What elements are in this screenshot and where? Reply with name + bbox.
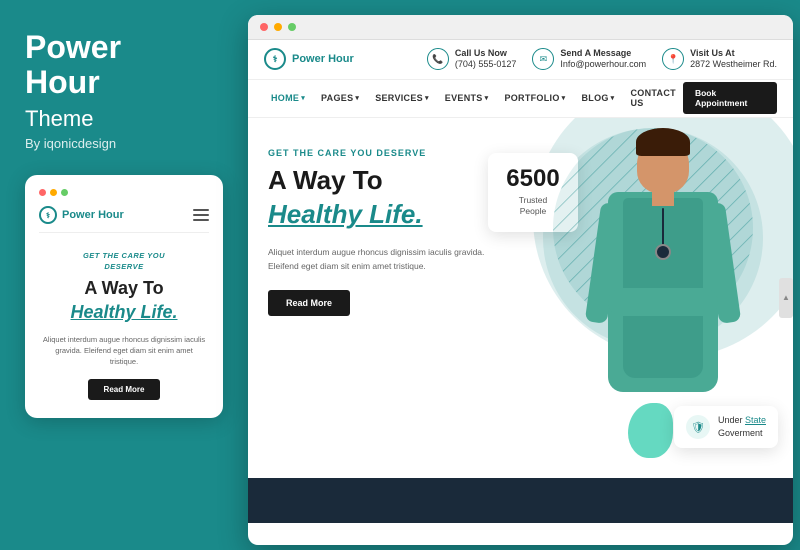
mockup-hamburger-icon[interactable] [193,209,209,221]
gov-shield-icon: 🛡 [686,415,710,439]
nav-item-pages[interactable]: PAGES ▾ [314,89,366,107]
hero-section: GET THE CARE YOU DESERVE A Way To Health… [248,118,793,478]
brand-name: Power Hour Theme By iqonicdesign [25,30,220,151]
hero-tagline: GET THE CARE YOU DESERVE [268,148,508,158]
chevron-down-icon: ▾ [611,94,615,102]
contact-phone: 📞 Call Us Now (704) 555-0127 [427,48,517,71]
navigation-bar: HOME ▾ PAGES ▾ SERVICES ▾ EVENTS ▾ PORTF… [248,80,793,118]
doctor-neck [652,188,674,206]
left-panel: Power Hour Theme By iqonicdesign ⚕ Power… [0,0,245,550]
mockup-logo: ⚕ Power Hour [39,206,124,224]
mockup-read-more-button[interactable]: Read More [88,379,161,400]
nav-item-services[interactable]: SERVICES ▾ [368,89,436,107]
nav-item-contact[interactable]: CONTACT US [624,84,683,112]
contact-address: 📍 Visit Us At 2872 Westheimer Rd. [662,48,777,71]
hero-heading: A Way To [268,166,508,196]
mockup-body-text: Aliquet interdum augue rhoncus dignissim… [41,334,207,368]
nav-links: HOME ▾ PAGES ▾ SERVICES ▾ EVENTS ▾ PORTF… [264,84,683,112]
book-appointment-button[interactable]: Book Appointment [683,82,777,114]
hero-content: GET THE CARE YOU DESERVE A Way To Health… [268,148,508,316]
nav-item-home[interactable]: HOME ▾ [264,89,312,107]
mockup-header: ⚕ Power Hour [39,206,209,233]
mockup-dot-red [39,189,46,196]
nav-item-portfolio[interactable]: PORTFOLIO ▾ [497,89,572,107]
email-icon: ✉ [532,48,554,70]
mobile-mockup: ⚕ Power Hour GET THE CARE YOU DESERVE A … [25,175,223,418]
hero-heading-italic: Healthy Life. [268,199,508,230]
gov-state-link[interactable]: State [745,415,766,425]
location-icon: 📍 [662,48,684,70]
mockup-heading-italic: Healthy Life. [41,302,207,324]
contact-email: ✉ Send A Message Info@powerhour.com [532,48,646,71]
teal-blob-decoration [628,403,673,458]
mockup-logo-icon: ⚕ [39,206,57,224]
site-footer [248,478,793,523]
stethoscope-chest-piece [655,244,671,260]
browser-chrome [248,15,793,40]
browser-close-dot[interactable] [260,23,268,31]
scroll-indicator[interactable]: ▲ [779,278,793,318]
top-contact-bar: ⚕ Power Hour 📞 Call Us Now (704) 555-012… [248,40,793,80]
chevron-down-icon: ▾ [562,94,566,102]
browser-minimize-dot[interactable] [274,23,282,31]
chevron-down-icon: ▾ [485,94,489,102]
hero-read-more-button[interactable]: Read More [268,290,350,316]
nav-item-blog[interactable]: BLOG ▾ [574,89,621,107]
mockup-tagline: GET THE CARE YOU DESERVE [41,251,207,272]
mockup-dot-green [61,189,68,196]
logo-icon: ⚕ [264,48,286,70]
stethoscope-tube [662,208,664,248]
doctor-figure [583,128,743,408]
phone-icon: 📞 [427,48,449,70]
chevron-down-icon: ▾ [301,94,305,102]
doctor-hair [636,128,690,156]
browser-window: ⚕ Power Hour 📞 Call Us Now (704) 555-012… [248,15,793,545]
scroll-arrow-icon: ▲ [782,293,790,302]
mockup-window-controls [39,189,209,196]
mockup-dot-yellow [50,189,57,196]
hero-body-text: Aliquet interdum augue rhoncus dignissim… [268,245,508,274]
browser-maximize-dot[interactable] [288,23,296,31]
mockup-content: GET THE CARE YOU DESERVE A Way To Health… [39,247,209,404]
mockup-heading: A Way To [41,278,207,300]
site-logo: ⚕ Power Hour [264,48,354,70]
doctor-crossed-arms [608,288,718,316]
nav-item-events[interactable]: EVENTS ▾ [438,89,496,107]
government-badge: 🛡 Under State Goverment [674,406,778,447]
chevron-down-icon: ▾ [355,94,359,102]
chevron-down-icon: ▾ [425,94,429,102]
contact-bar: 📞 Call Us Now (704) 555-0127 ✉ Send A Me… [427,48,777,71]
doctor-illustration [543,118,763,448]
